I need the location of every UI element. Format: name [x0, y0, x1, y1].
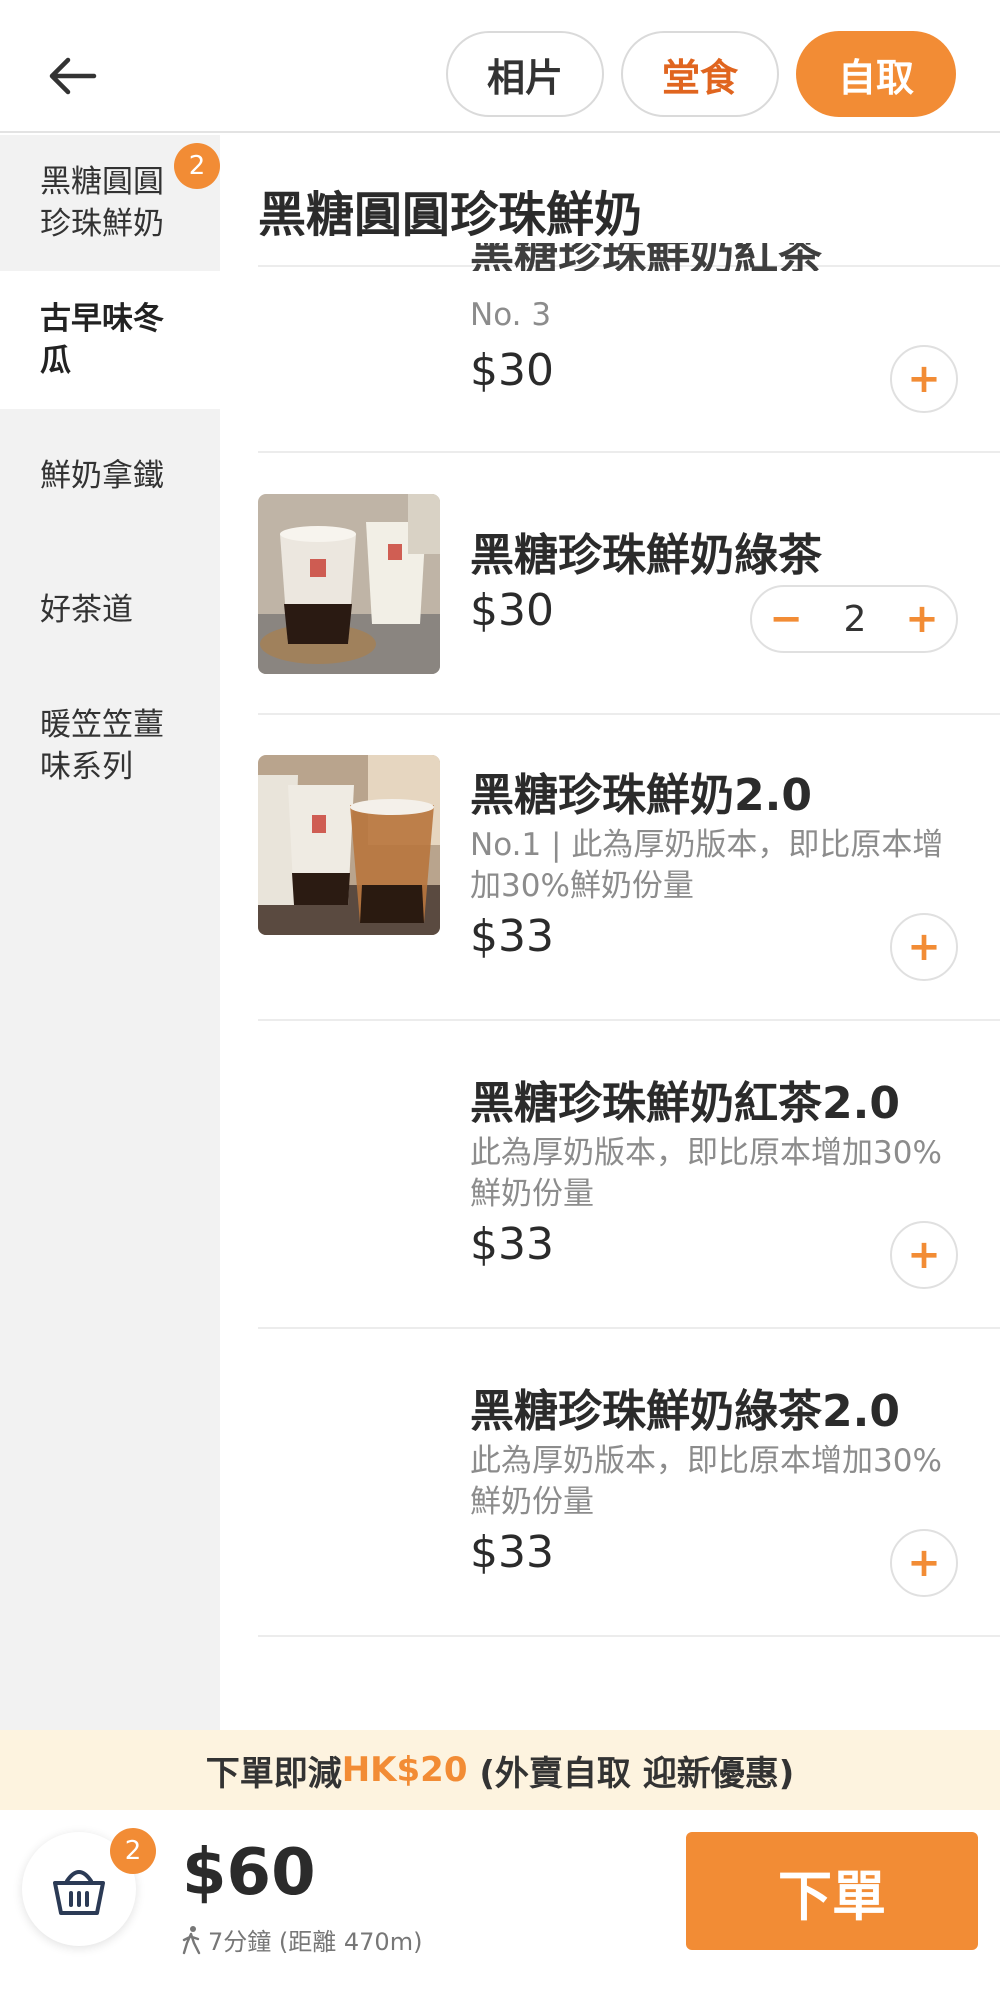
add-item-button[interactable]: +	[890, 1221, 958, 1289]
sidebar-item-ginger-series[interactable]: 暖笠笠薑味系列	[0, 677, 220, 815]
item-photo[interactable]	[258, 755, 440, 935]
item-image	[258, 494, 440, 674]
sidebar-item-brown-sugar-boba-milk[interactable]: 黑糖圓圓珍珠鮮奶 2	[0, 135, 220, 271]
decrease-quantity-button[interactable]: −	[752, 587, 820, 651]
sidebar-item-label: 黑糖圓圓珍珠鮮奶	[40, 164, 164, 242]
sidebar-item-milk-latte[interactable]: 鮮奶拿鐵	[0, 409, 220, 543]
back-button[interactable]	[40, 44, 104, 108]
plus-icon: +	[907, 1232, 941, 1278]
item-description: 此為厚奶版本，即比原本增加30%鮮奶份量	[470, 1135, 942, 1212]
divider	[258, 451, 1000, 453]
quantity-value: 2	[843, 598, 867, 640]
cart-count-badge: 2	[110, 1828, 156, 1874]
item-name: 黑糖珍珠鮮奶紅茶	[470, 243, 822, 271]
plus-icon: +	[907, 1540, 941, 1586]
section-title: 黑糖圓圓珍珠鮮奶	[258, 187, 643, 243]
item-image	[258, 755, 440, 935]
plus-icon: +	[907, 924, 941, 970]
category-sidebar: 黑糖圓圓珍珠鮮奶 2 古早味冬瓜 鮮奶拿鐵 好茶道 暖笠笠薑味系列	[0, 135, 220, 2005]
arrow-left-icon	[49, 57, 97, 95]
promo-amount: HK$20	[341, 1750, 468, 1790]
promo-banner: 下單即減 HK$20 (外賣自取 迎新優惠)	[0, 1730, 1000, 1810]
tab-photos[interactable]: 相片	[446, 31, 604, 117]
item-description: No.1 | 此為厚奶版本，即比原本增加30%鮮奶份量	[470, 827, 944, 904]
sidebar-item-label: 好茶道	[40, 592, 133, 628]
sidebar-item-label: 暖笠笠薑味系列	[40, 707, 164, 785]
menu-content: 黑糖圓圓珍珠鮮奶 黑糖珍珠鮮奶紅茶 No. 3 $30 + 黑糖珍珠鮮奶綠茶 $…	[220, 135, 1000, 2005]
item-name: 黑糖珍珠鮮奶綠茶	[470, 530, 822, 581]
item-name: 黑糖珍珠鮮奶綠茶2.0	[470, 1386, 900, 1437]
item-description: No. 3	[470, 297, 552, 333]
promo-suffix: (外賣自取 迎新優惠)	[467, 1753, 795, 1794]
increase-quantity-button[interactable]: +	[888, 587, 956, 651]
walking-icon	[182, 1925, 201, 1954]
item-price: $30	[470, 345, 554, 396]
item-price: $33	[470, 1219, 554, 1270]
add-item-button[interactable]: +	[890, 1529, 958, 1597]
pickup-eta: 7分鐘 (距離 470m)	[180, 1922, 422, 1957]
item-name: 黑糖珍珠鮮奶2.0	[470, 770, 812, 821]
item-price: $33	[470, 1527, 554, 1578]
divider	[258, 1019, 1000, 1021]
item-description: 此為厚奶版本，即比原本增加30%鮮奶份量	[470, 1443, 942, 1520]
item-price: $30	[470, 585, 554, 636]
item-photo[interactable]	[258, 494, 440, 674]
basket-icon	[53, 1870, 105, 1915]
sidebar-item-label: 鮮奶拿鐵	[40, 458, 164, 494]
divider	[258, 1327, 1000, 1329]
menu-page: 相片 堂食 自取 黑糖圓圓珍珠鮮奶 2 古早味冬瓜 鮮奶拿鐵 好茶道 暖笠笠薑味…	[0, 0, 1000, 2005]
tab-pickup[interactable]: 自取	[796, 31, 956, 117]
divider	[258, 1635, 1000, 1637]
category-count-badge: 2	[174, 143, 220, 189]
sidebar-item-label: 古早味冬瓜	[40, 301, 164, 379]
item-price: $33	[470, 911, 554, 962]
add-item-button[interactable]: +	[890, 913, 958, 981]
sidebar-item-winter-melon[interactable]: 古早味冬瓜	[0, 271, 220, 409]
quantity-stepper: − 2 +	[750, 585, 958, 653]
place-order-button[interactable]: 下單	[686, 1832, 978, 1950]
minus-icon: −	[769, 596, 803, 642]
promo-prefix: 下單即減	[205, 1753, 342, 1794]
top-bar: 相片 堂食 自取	[0, 0, 1000, 133]
item-name: 黑糖珍珠鮮奶紅茶2.0	[470, 1078, 900, 1129]
plus-icon: +	[907, 356, 941, 402]
divider	[258, 713, 1000, 715]
eta-text: 7分鐘 (距離 470m)	[208, 1928, 423, 1956]
plus-icon: +	[905, 596, 939, 642]
add-item-button[interactable]: +	[890, 345, 958, 413]
sidebar-item-good-tea[interactable]: 好茶道	[0, 543, 220, 677]
tab-dine-in[interactable]: 堂食	[621, 31, 779, 117]
checkout-bar: 2 $60 7分鐘 (距離 470m) 下單	[0, 1810, 1000, 2005]
cart-total: $60	[182, 1836, 316, 1910]
